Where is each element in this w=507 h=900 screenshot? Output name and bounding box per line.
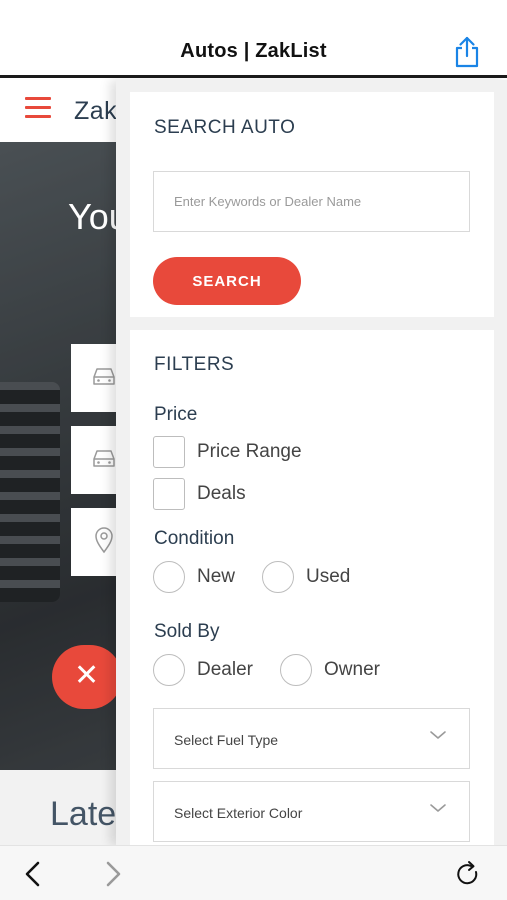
- condition-label: Condition: [154, 528, 235, 549]
- chevron-down-icon: [430, 804, 446, 812]
- condition-new-label: New: [197, 566, 236, 587]
- exterior-color-select[interactable]: Select Exterior Color: [153, 781, 470, 842]
- sold-by-dealer-radio[interactable]: [153, 654, 185, 686]
- search-input[interactable]: [153, 171, 470, 232]
- car-icon: [93, 450, 115, 467]
- close-icon: ✕: [74, 659, 100, 692]
- condition-used-label: Used: [306, 566, 351, 587]
- location-pin-icon: [95, 527, 113, 554]
- browser-bottom-bar: [0, 845, 507, 900]
- condition-used-radio[interactable]: [262, 561, 294, 593]
- price-range-label: Price Range: [197, 441, 302, 462]
- chevron-left-icon[interactable]: [22, 860, 44, 888]
- share-icon[interactable]: [452, 35, 482, 69]
- page-title: Autos | ZakList: [180, 40, 327, 62]
- chevron-down-icon: [430, 731, 446, 739]
- search-button[interactable]: SEARCH: [153, 257, 301, 305]
- sold-by-label: Sold By: [154, 621, 220, 642]
- price-range-checkbox[interactable]: [153, 436, 185, 468]
- deals-option[interactable]: Deals: [153, 478, 246, 510]
- deals-checkbox[interactable]: [153, 478, 185, 510]
- reload-icon[interactable]: [454, 860, 482, 888]
- exterior-color-select-value: Select Exterior Color: [174, 805, 303, 821]
- price-range-option[interactable]: Price Range: [153, 436, 302, 468]
- car-icon: [93, 368, 115, 385]
- sold-by-dealer-label: Dealer: [197, 659, 253, 680]
- filters-heading: FILTERS: [154, 354, 235, 375]
- fuel-type-select[interactable]: Select Fuel Type: [153, 708, 470, 769]
- browser-top-bar: Autos | ZakList: [0, 0, 507, 78]
- search-card: SEARCH AUTO SEARCH: [130, 92, 494, 317]
- deals-label: Deals: [197, 483, 246, 504]
- search-heading: SEARCH AUTO: [154, 117, 296, 138]
- screen: Autos | ZakList Zak You ✕ Lates SEARCH A…: [0, 0, 507, 900]
- close-filters-button[interactable]: ✕: [52, 645, 122, 709]
- sold-by-owner-radio[interactable]: [280, 654, 312, 686]
- fuel-type-select-value: Select Fuel Type: [174, 732, 279, 748]
- price-label: Price: [154, 404, 198, 425]
- hamburger-icon[interactable]: [25, 97, 51, 119]
- sold-by-owner-option[interactable]: Owner: [280, 654, 380, 686]
- chevron-right-icon[interactable]: [102, 860, 124, 888]
- condition-used-option[interactable]: Used: [262, 561, 350, 593]
- sold-by-dealer-option[interactable]: Dealer: [153, 654, 253, 686]
- filter-drawer: SEARCH AUTO SEARCH FILTERS Price Price R…: [116, 80, 507, 845]
- condition-new-radio[interactable]: [153, 561, 185, 593]
- site-logo[interactable]: Zak: [74, 97, 117, 126]
- condition-new-option[interactable]: New: [153, 561, 235, 593]
- sold-by-owner-label: Owner: [324, 659, 380, 680]
- filters-card: FILTERS Price Price Range Deals Conditio…: [130, 330, 494, 845]
